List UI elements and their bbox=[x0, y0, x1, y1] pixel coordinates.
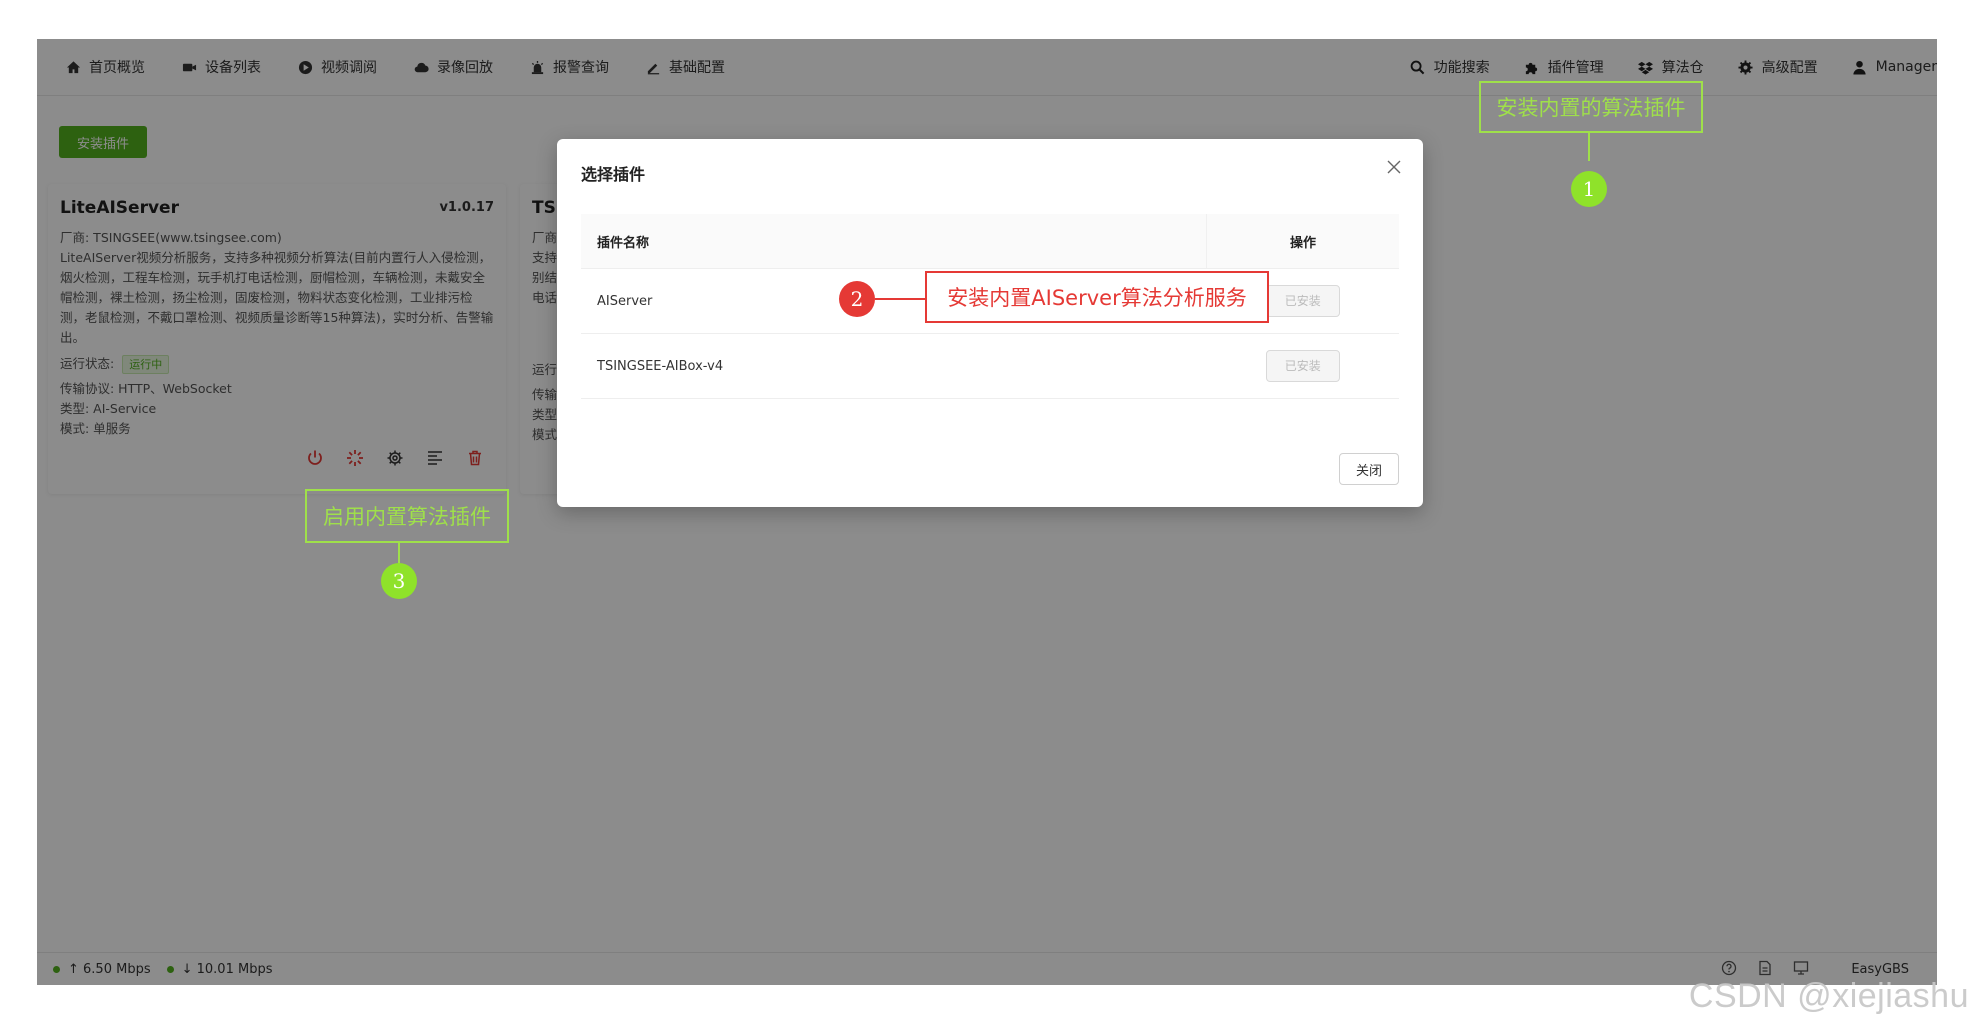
annotation-3-marker: 3 bbox=[381, 563, 417, 599]
annotation-2-text: 安装内置AIServer算法分析服务 bbox=[925, 271, 1269, 323]
annotation-2-marker: 2 bbox=[839, 281, 875, 317]
table-header-row: 插件名称 操作 bbox=[581, 214, 1399, 269]
table-row: TSINGSEE-AIBox-v4 已安装 bbox=[581, 333, 1399, 399]
action-cell: 已安装 bbox=[1206, 333, 1399, 399]
select-plugin-dialog: 选择插件 插件名称 操作 AIServer 已安装 TSINGSEE-AIBox… bbox=[557, 139, 1423, 507]
plugin-name-cell: TSINGSEE-AIBox-v4 bbox=[581, 333, 1207, 399]
annotation-1-text: 安装内置的算法插件 bbox=[1479, 81, 1703, 133]
dialog-close-button[interactable]: 关闭 bbox=[1339, 453, 1399, 485]
annotation-1-line bbox=[1588, 131, 1590, 161]
watermark: CSDN @xiejiashu bbox=[1688, 977, 1969, 1015]
installed-button[interactable]: 已安装 bbox=[1265, 285, 1340, 317]
annotation-3-text: 启用内置算法插件 bbox=[305, 489, 509, 543]
column-header-name: 插件名称 bbox=[581, 214, 1207, 269]
annotation-1-marker: 1 bbox=[1571, 171, 1607, 207]
column-header-action: 操作 bbox=[1206, 214, 1399, 269]
dialog-close-x-button[interactable] bbox=[1383, 157, 1405, 179]
annotation-2-line bbox=[875, 298, 925, 300]
dialog-title: 选择插件 bbox=[581, 165, 646, 184]
app-window: 首页概览 设备列表 视频调阅 录像回放 报警查询 基础配置 功能搜索 插件管理 … bbox=[37, 39, 1937, 985]
close-icon bbox=[1387, 159, 1401, 178]
installed-button[interactable]: 已安装 bbox=[1265, 350, 1340, 382]
